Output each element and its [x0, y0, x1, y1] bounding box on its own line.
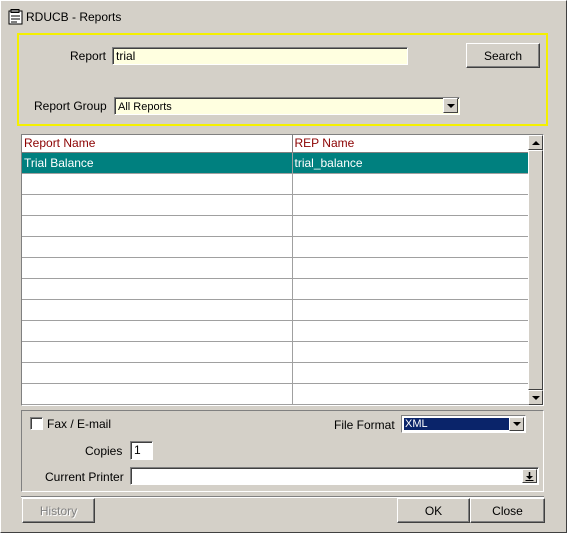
window-title: RDUCB - Reports: [26, 10, 122, 24]
table-row[interactable]: [22, 257, 529, 279]
table-row[interactable]: [22, 383, 529, 405]
title-bar: RDUCB - Reports: [5, 7, 562, 27]
rep-name-cell[interactable]: [292, 257, 529, 279]
copies-input[interactable]: 1: [130, 441, 153, 460]
rep-name-cell[interactable]: trial_balance: [292, 152, 529, 174]
scroll-up-button[interactable]: [528, 135, 543, 150]
file-format-value: XML: [404, 418, 509, 430]
rep-name-cell[interactable]: [292, 320, 529, 342]
arrow-down-bar-icon: [525, 471, 534, 481]
rep-name-cell[interactable]: [292, 236, 529, 258]
report-name-cell[interactable]: [22, 383, 293, 405]
report-name-cell[interactable]: [22, 236, 293, 258]
table-row[interactable]: [22, 320, 529, 342]
report-name-cell[interactable]: [22, 278, 293, 300]
printer-lookup-button[interactable]: [522, 469, 537, 483]
report-group-dropdown-button[interactable]: [443, 98, 458, 113]
ok-button-label: OK: [424, 503, 443, 518]
scrollbar-thumb[interactable]: [528, 150, 543, 390]
table-row[interactable]: [22, 236, 529, 258]
rep-name-cell[interactable]: [292, 173, 529, 195]
fax-email-label[interactable]: Fax / E-mail: [47, 417, 111, 431]
report-input[interactable]: trial: [112, 47, 408, 65]
ok-button[interactable]: OK: [397, 498, 470, 523]
scroll-down-button[interactable]: [528, 390, 543, 405]
rep-name-cell[interactable]: [292, 278, 529, 300]
current-printer-input[interactable]: [130, 467, 539, 485]
report-name-cell[interactable]: [22, 194, 293, 216]
report-name-cell[interactable]: [22, 320, 293, 342]
report-name-cell[interactable]: Trial Balance: [22, 152, 293, 174]
column-header-rep-name[interactable]: REP Name: [292, 135, 529, 153]
app-icon: [8, 9, 24, 25]
file-format-dropdown-button[interactable]: [509, 417, 524, 431]
report-name-cell[interactable]: [22, 299, 293, 321]
rep-name-cell[interactable]: [292, 299, 529, 321]
chevron-down-icon: [446, 103, 455, 108]
table-row[interactable]: [22, 173, 529, 195]
fax-email-checkbox[interactable]: [30, 417, 43, 430]
table-row[interactable]: [22, 215, 529, 237]
report-name-cell[interactable]: [22, 215, 293, 237]
report-group-select[interactable]: All Reports: [114, 97, 460, 115]
report-name-cell[interactable]: [22, 341, 293, 363]
reports-window: RDUCB - Reports Report trial Search Repo…: [0, 0, 567, 533]
rep-name-cell[interactable]: [292, 362, 529, 384]
report-name-cell[interactable]: [22, 173, 293, 195]
chevron-down-icon: [512, 422, 521, 426]
rep-name-cell[interactable]: [292, 341, 529, 363]
current-printer-label: Current Printer: [45, 470, 124, 484]
copies-label: Copies: [85, 444, 123, 458]
history-button-label: History: [39, 503, 78, 518]
table-row[interactable]: [22, 362, 529, 384]
grid-vertical-scrollbar[interactable]: [528, 135, 543, 405]
close-button[interactable]: Close: [470, 498, 545, 523]
table-row[interactable]: [22, 299, 529, 321]
table-header-row: Report Name REP Name: [22, 135, 529, 153]
table-row[interactable]: Trial Balance trial_balance: [22, 152, 529, 174]
table-row[interactable]: [22, 341, 529, 363]
history-button[interactable]: History: [22, 498, 95, 523]
chevron-up-icon: [531, 140, 540, 145]
table-row[interactable]: [22, 194, 529, 216]
search-button[interactable]: Search: [466, 43, 540, 68]
report-name-cell[interactable]: [22, 257, 293, 279]
table-row[interactable]: [22, 278, 529, 300]
file-format-select[interactable]: XML: [401, 415, 526, 433]
file-format-label: File Format: [334, 418, 395, 432]
report-group-value: All Reports: [118, 101, 172, 113]
report-label: Report: [70, 49, 107, 63]
close-button-label: Close: [492, 503, 523, 518]
reports-table: Report Name REP Name Trial Balance trial…: [22, 135, 529, 405]
report-name-cell[interactable]: [22, 362, 293, 384]
report-group-label: Report Group: [34, 99, 107, 113]
column-header-report-name[interactable]: Report Name: [22, 135, 293, 153]
chevron-down-icon: [531, 395, 540, 400]
search-button-label: Search: [483, 48, 523, 63]
rep-name-cell[interactable]: [292, 383, 529, 405]
reports-grid: Report Name REP Name Trial Balance trial…: [21, 134, 544, 406]
rep-name-cell[interactable]: [292, 215, 529, 237]
rep-name-cell[interactable]: [292, 194, 529, 216]
